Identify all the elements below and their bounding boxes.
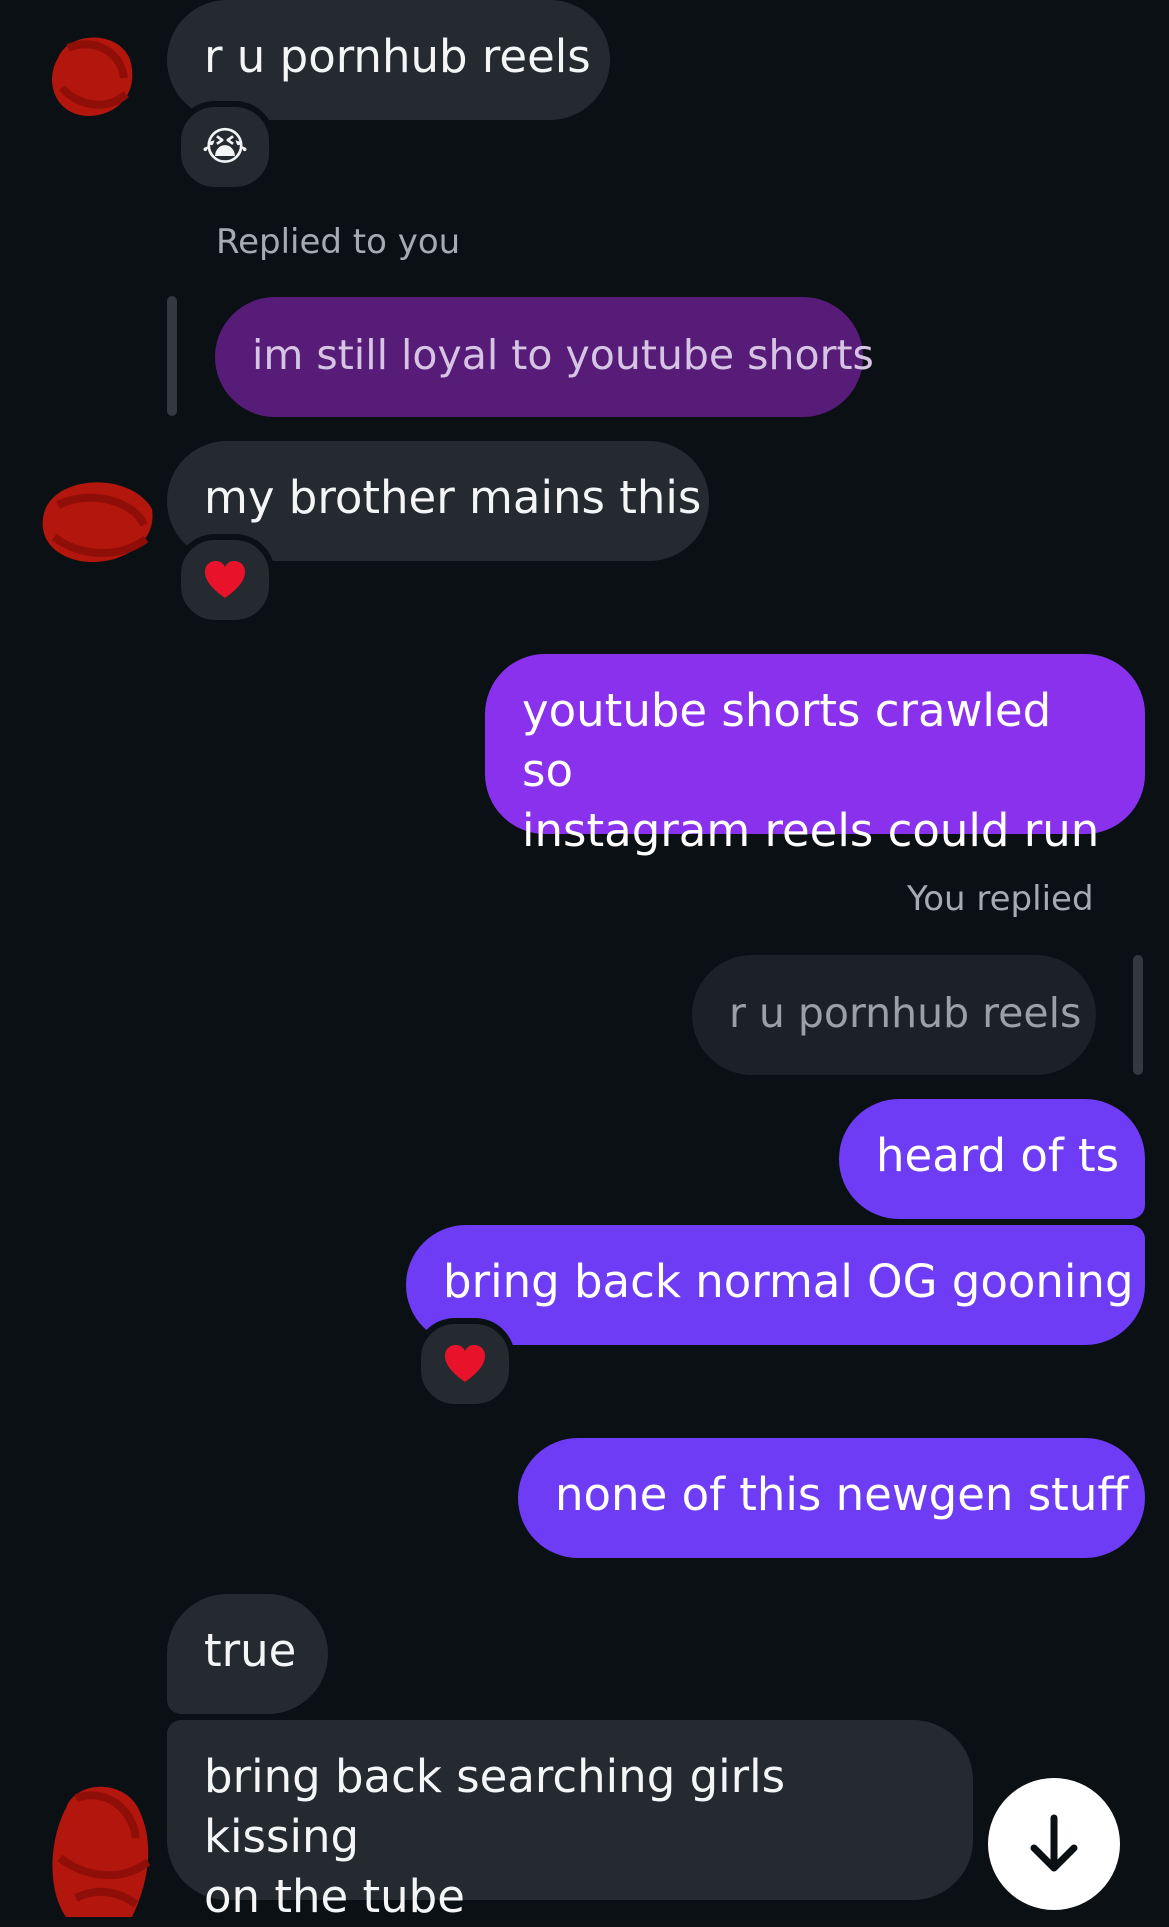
reply-indicator-bar	[1133, 955, 1143, 1075]
message-text-line: youtube shorts crawled so	[522, 684, 1052, 797]
message-bubble[interactable]: bring back searching girls kissing on th…	[167, 1720, 973, 1923]
message-bubble[interactable]: bring back normal OG gooning	[406, 1225, 1145, 1345]
arrow-down-icon	[1030, 1814, 1078, 1872]
reply-label: Replied to you	[216, 222, 461, 262]
quoted-message[interactable]: im still loyal to youtube shorts	[215, 297, 874, 417]
message-text: heard of ts	[876, 1129, 1120, 1182]
heart-icon	[205, 561, 245, 598]
message-text: none of this newgen stuff	[555, 1468, 1129, 1521]
avatar[interactable]	[34, 465, 158, 569]
scroll-to-bottom-button[interactable]	[988, 1778, 1120, 1910]
message-bubble[interactable]: true	[167, 1594, 328, 1714]
message-text: my brother mains this	[204, 471, 702, 524]
quoted-text: im still loyal to youtube shorts	[252, 331, 874, 379]
reaction-badge[interactable]	[175, 534, 275, 626]
message-bubble[interactable]: heard of ts	[839, 1099, 1145, 1219]
reaction-badge[interactable]: 😭	[175, 101, 275, 193]
reply-indicator-bar	[167, 296, 177, 416]
message-text: r u pornhub reels	[204, 30, 591, 83]
message-text: bring back normal OG gooning	[443, 1255, 1134, 1308]
message-bubble[interactable]: youtube shorts crawled so instagram reel…	[485, 654, 1145, 857]
reply-label: You replied	[907, 879, 1094, 919]
message-text-line: bring back searching girls kissing	[204, 1750, 786, 1863]
avatar[interactable]	[40, 18, 140, 128]
quoted-message[interactable]: r u pornhub reels	[692, 955, 1096, 1075]
message-bubble[interactable]: none of this newgen stuff	[518, 1438, 1145, 1558]
redacted-avatar-scribble	[52, 37, 133, 117]
avatar[interactable]	[36, 1778, 160, 1917]
message-text-line: instagram reels could run	[522, 804, 1100, 857]
loudly-crying-face-icon: 😭	[201, 124, 249, 170]
redacted-avatar-scribble	[52, 1786, 151, 1917]
reaction-badge[interactable]	[415, 1318, 515, 1410]
message-text: true	[204, 1624, 297, 1677]
heart-icon	[445, 1345, 485, 1382]
redacted-avatar-scribble	[42, 482, 153, 563]
quoted-text: r u pornhub reels	[729, 989, 1082, 1037]
message-text-line: on the tube	[204, 1870, 465, 1923]
